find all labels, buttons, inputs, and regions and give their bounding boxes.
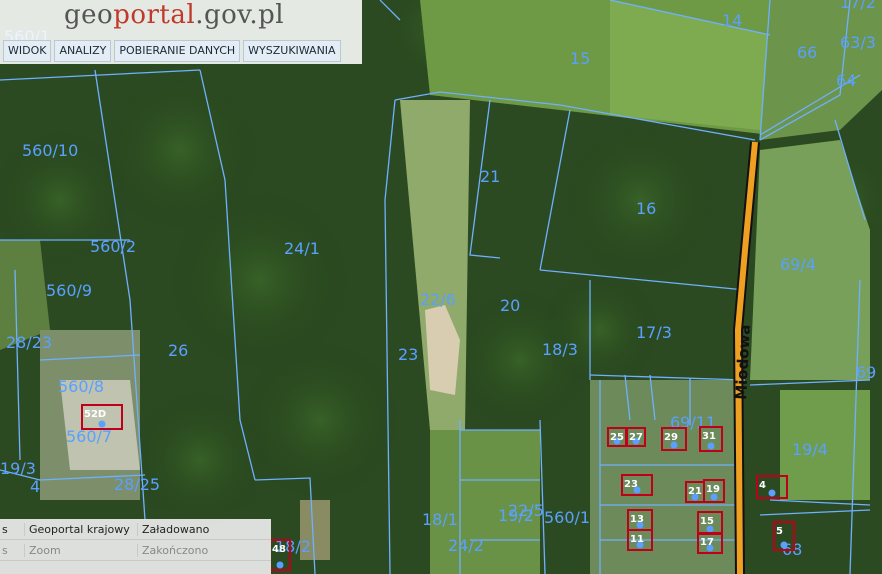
parcel-label: 28/25	[114, 475, 160, 494]
parcel-label: 20	[500, 296, 520, 315]
parcel-label: 69/11	[670, 413, 716, 432]
address-point-icon[interactable]	[780, 541, 788, 549]
parcel-label: 19/2	[498, 506, 534, 525]
parcel-label: 18/1	[422, 510, 458, 529]
building-number: 11	[630, 534, 644, 545]
parcel-label: 17/2	[840, 0, 876, 12]
status-state: Załadowano	[137, 522, 209, 536]
parcel-label: 16	[636, 199, 656, 218]
parcel-label: 24/1	[284, 239, 320, 258]
parcel-label: 19/4	[792, 440, 828, 459]
address-point-icon[interactable]	[707, 442, 715, 450]
status-kind: s	[2, 522, 8, 536]
parcel-label: 23	[398, 345, 418, 364]
parcel-label: 22/6	[420, 290, 456, 309]
parcel-label: 24/2	[448, 536, 484, 555]
building-number: 21	[688, 486, 702, 497]
parcel-label: 18/3	[542, 340, 578, 359]
parcel-label: 14	[722, 11, 742, 30]
building-number: 15	[700, 516, 714, 527]
parcel-label: 560/1	[544, 508, 590, 527]
building-number: 19	[706, 484, 720, 495]
geoportal-logo[interactable]: geoportal.gov.pl	[64, 0, 284, 30]
parcel-label: 560/9	[46, 281, 92, 300]
status-layer-name: Geoportal krajowy	[24, 522, 137, 536]
building-number: 13	[630, 514, 644, 525]
main-menu: WIDOK ANALIZY POBIERANIE DANYCH WYSZUKIW…	[3, 40, 341, 62]
address-point-icon[interactable]	[768, 489, 776, 497]
building-number: 31	[702, 431, 716, 442]
menu-wyszukiwania[interactable]: WYSZUKIWANIA	[243, 40, 341, 62]
building-number: 5	[776, 526, 783, 537]
building-number: 25	[610, 432, 624, 443]
address-point-icon[interactable]	[276, 561, 284, 569]
building-number: 4	[759, 480, 766, 491]
menu-analizy[interactable]: ANALIZY	[54, 40, 112, 62]
app-header: geoportal.gov.pl WIDOK ANALIZY POBIERANI…	[0, 0, 362, 64]
map-canvas[interactable]: Miodowa 560/114156663/364560/102116560/2…	[0, 0, 882, 574]
status-state: Zakończono	[137, 543, 208, 557]
building-number: 29	[664, 432, 678, 443]
building-number: 17	[700, 537, 714, 548]
parcel-label: 560/10	[22, 141, 78, 160]
parcel-label: 66	[797, 43, 817, 62]
menu-pobieranie-danych[interactable]: POBIERANIE DANYCH	[114, 40, 241, 62]
building-number: 48	[272, 544, 286, 555]
layer-status-panel: s Geoportal krajowy Załadowano s Zoom Za…	[0, 519, 271, 574]
parcel-label: 4	[30, 477, 40, 496]
status-row: s Geoportal krajowy Załadowano	[0, 519, 271, 540]
parcel-label: 26	[168, 341, 188, 360]
building-number: 52D	[84, 409, 106, 420]
parcel-label: 63/3	[840, 33, 876, 52]
menu-widok[interactable]: WIDOK	[3, 40, 52, 62]
parcel-label: 560/8	[58, 377, 104, 396]
parcel-label: 64	[836, 71, 856, 90]
status-kind: s	[2, 543, 8, 557]
address-point-icon[interactable]	[98, 420, 106, 428]
parcel-label: 19/3	[0, 459, 36, 478]
building-number: 27	[629, 432, 643, 443]
parcel-label: 28/23	[6, 333, 52, 352]
parcel-label: 17/3	[636, 323, 672, 342]
building-number: 23	[624, 479, 638, 490]
status-layer-name: Zoom	[24, 543, 137, 557]
parcel-label: 21	[480, 167, 500, 186]
parcel-label: 69/4	[780, 255, 816, 274]
status-row: s Zoom Zakończono	[0, 540, 271, 561]
parcel-label: 15	[570, 49, 590, 68]
parcel-label: 69	[856, 363, 876, 382]
parcel-label: 560/2	[90, 237, 136, 256]
